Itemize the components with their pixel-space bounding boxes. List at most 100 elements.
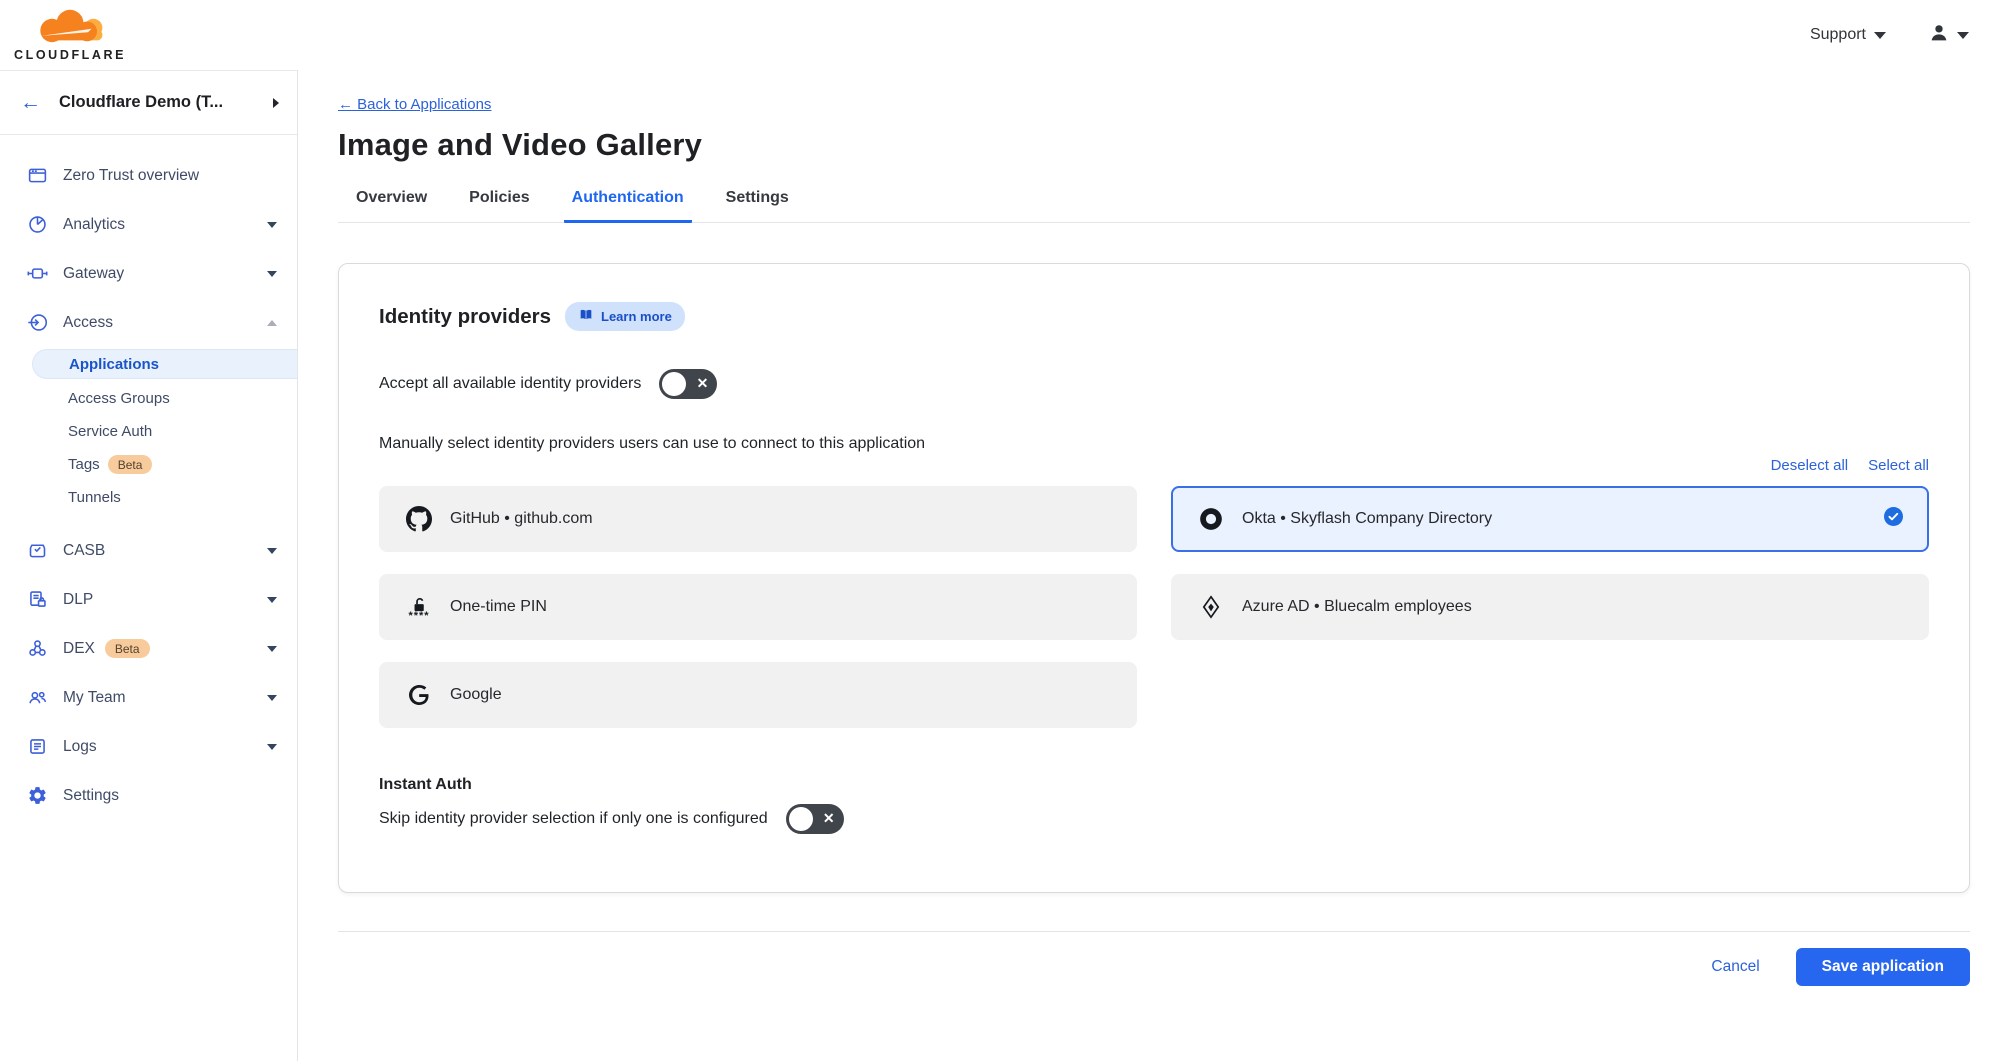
provider-tile-azure-ad[interactable]: Azure AD • Bluecalm employees xyxy=(1171,574,1929,640)
casb-box-check-icon xyxy=(26,540,48,562)
provider-tile-one-time-pin[interactable]: One-time PIN xyxy=(379,574,1137,640)
sidebar-item-label: CASB xyxy=(63,542,267,560)
sidebar-item-applications[interactable]: Applications xyxy=(32,349,297,379)
provider-name: GitHub • github.com xyxy=(450,510,1111,528)
toggle-knob xyxy=(662,372,686,396)
chevron-up-icon[interactable] xyxy=(267,320,277,326)
back-to-applications-link[interactable]: ← Back to Applications xyxy=(338,96,491,113)
page-title: Image and Video Gallery xyxy=(338,127,1970,163)
otp-stars-glyph xyxy=(408,614,429,618)
learn-more-label: Learn more xyxy=(601,309,672,324)
beta-badge: Beta xyxy=(105,639,150,658)
sidebar-item-label: Logs xyxy=(63,738,267,756)
deselect-all-link[interactable]: Deselect all xyxy=(1771,457,1849,474)
instant-auth-heading: Instant Auth xyxy=(379,776,1929,794)
sidebar-item-zero-trust-overview[interactable]: Zero Trust overview xyxy=(0,151,297,200)
user-menu[interactable] xyxy=(1928,22,1969,49)
sidebar-item-service-auth[interactable]: Service Auth xyxy=(0,415,297,448)
chevron-down-icon[interactable] xyxy=(267,744,277,750)
chevron-down-icon[interactable] xyxy=(267,695,277,701)
toggle-off-x-icon xyxy=(823,810,835,827)
chevron-down-icon xyxy=(1957,32,1969,39)
topbar: CLOUDFLARE Support xyxy=(0,0,1999,70)
sidebar-item-label: My Team xyxy=(63,689,267,707)
chevron-down-icon[interactable] xyxy=(267,597,277,603)
sidebar-item-casb[interactable]: CASB xyxy=(0,526,297,575)
cloudflare-logo[interactable]: CLOUDFLARE xyxy=(14,8,126,62)
chevron-down-icon[interactable] xyxy=(267,271,277,277)
sidebar-item-label: Applications xyxy=(69,356,159,373)
footer-actions: Cancel Save application xyxy=(338,932,1970,1010)
sidebar-item-analytics[interactable]: Analytics xyxy=(0,200,297,249)
chevron-right-icon[interactable] xyxy=(273,98,279,108)
selected-check-icon xyxy=(1884,507,1903,531)
access-login-icon xyxy=(26,312,48,334)
account-name[interactable]: Cloudflare Demo (T... xyxy=(59,93,273,112)
sidebar-item-label: Service Auth xyxy=(68,423,152,440)
identity-providers-card: Identity providers Learn more Accept all… xyxy=(338,263,1970,893)
sidebar-item-label: Analytics xyxy=(63,216,267,234)
sidebar: ← Cloudflare Demo (T... Zero Trust overv… xyxy=(0,70,298,1061)
sidebar-item-label: Gateway xyxy=(63,265,267,283)
tab-overview[interactable]: Overview xyxy=(348,189,435,223)
document-lock-icon xyxy=(26,589,48,611)
sidebar-item-gateway[interactable]: Gateway xyxy=(0,249,297,298)
sidebar-item-tags[interactable]: Tags Beta xyxy=(0,448,297,481)
beta-badge: Beta xyxy=(108,455,153,474)
tab-policies[interactable]: Policies xyxy=(461,189,537,223)
provider-tile-google[interactable]: Google xyxy=(379,662,1137,728)
sidebar-item-settings[interactable]: Settings xyxy=(0,771,297,820)
provider-name: Google xyxy=(450,686,1111,704)
tab-settings[interactable]: Settings xyxy=(718,189,797,223)
sidebar-item-label: Access xyxy=(63,314,267,332)
main-content: ← Back to Applications Image and Video G… xyxy=(298,70,1999,1010)
sidebar-item-logs[interactable]: Logs xyxy=(0,722,297,771)
cancel-button[interactable]: Cancel xyxy=(1711,958,1759,976)
sidebar-item-tunnels[interactable]: Tunnels xyxy=(0,481,297,514)
access-subnav: Applications Access Groups Service Auth … xyxy=(0,349,297,514)
card-title: Identity providers xyxy=(379,305,551,329)
google-icon xyxy=(405,683,433,707)
team-people-icon xyxy=(26,687,48,709)
support-menu[interactable]: Support xyxy=(1810,26,1886,44)
tab-authentication[interactable]: Authentication xyxy=(564,189,692,223)
account-switcher: ← Cloudflare Demo (T... xyxy=(0,71,297,135)
user-avatar-icon xyxy=(1928,22,1950,49)
sidebar-item-access[interactable]: Access xyxy=(0,298,297,347)
provider-grid: GitHub • github.com Okta • Skyflash Comp… xyxy=(379,486,1929,728)
pie-chart-icon xyxy=(26,214,48,236)
provider-tile-github[interactable]: GitHub • github.com xyxy=(379,486,1137,552)
learn-more-button[interactable]: Learn more xyxy=(565,302,685,331)
toggle-knob xyxy=(789,807,813,831)
sidebar-item-label: Access Groups xyxy=(68,390,170,407)
tab-bar: Overview Policies Authentication Setting… xyxy=(338,189,1970,223)
cloudflare-cloud-icon xyxy=(24,8,116,48)
provider-tile-okta[interactable]: Okta • Skyflash Company Directory xyxy=(1171,486,1929,552)
network-nodes-icon xyxy=(26,638,48,660)
select-all-link[interactable]: Select all xyxy=(1868,457,1929,474)
sidebar-item-dlp[interactable]: DLP xyxy=(0,575,297,624)
book-icon xyxy=(578,307,594,326)
manual-select-text: Manually select identity providers users… xyxy=(379,435,1929,453)
chevron-down-icon xyxy=(1874,32,1886,39)
sidebar-item-label: Settings xyxy=(63,787,277,805)
accept-all-toggle[interactable] xyxy=(659,369,717,399)
window-icon xyxy=(26,165,48,187)
chevron-down-icon[interactable] xyxy=(267,222,277,228)
gear-icon xyxy=(26,785,48,807)
chevron-down-icon[interactable] xyxy=(267,646,277,652)
save-application-button[interactable]: Save application xyxy=(1796,948,1970,986)
sidebar-item-access-groups[interactable]: Access Groups xyxy=(0,382,297,415)
provider-name: One-time PIN xyxy=(450,598,1111,616)
instant-auth-toggle[interactable] xyxy=(786,804,844,834)
sidebar-item-my-team[interactable]: My Team xyxy=(0,673,297,722)
sidebar-item-dex[interactable]: DEX Beta xyxy=(0,624,297,673)
okta-icon xyxy=(1197,506,1225,532)
back-arrow-icon[interactable]: ← xyxy=(20,91,41,115)
sidebar-item-label: DEX xyxy=(63,640,95,658)
skip-toggle-label: Skip identity provider selection if only… xyxy=(379,810,768,828)
chevron-down-icon[interactable] xyxy=(267,548,277,554)
sidebar-item-label: Tunnels xyxy=(68,489,121,506)
sidebar-item-label: Tags xyxy=(68,456,100,473)
gateway-icon xyxy=(26,263,48,285)
